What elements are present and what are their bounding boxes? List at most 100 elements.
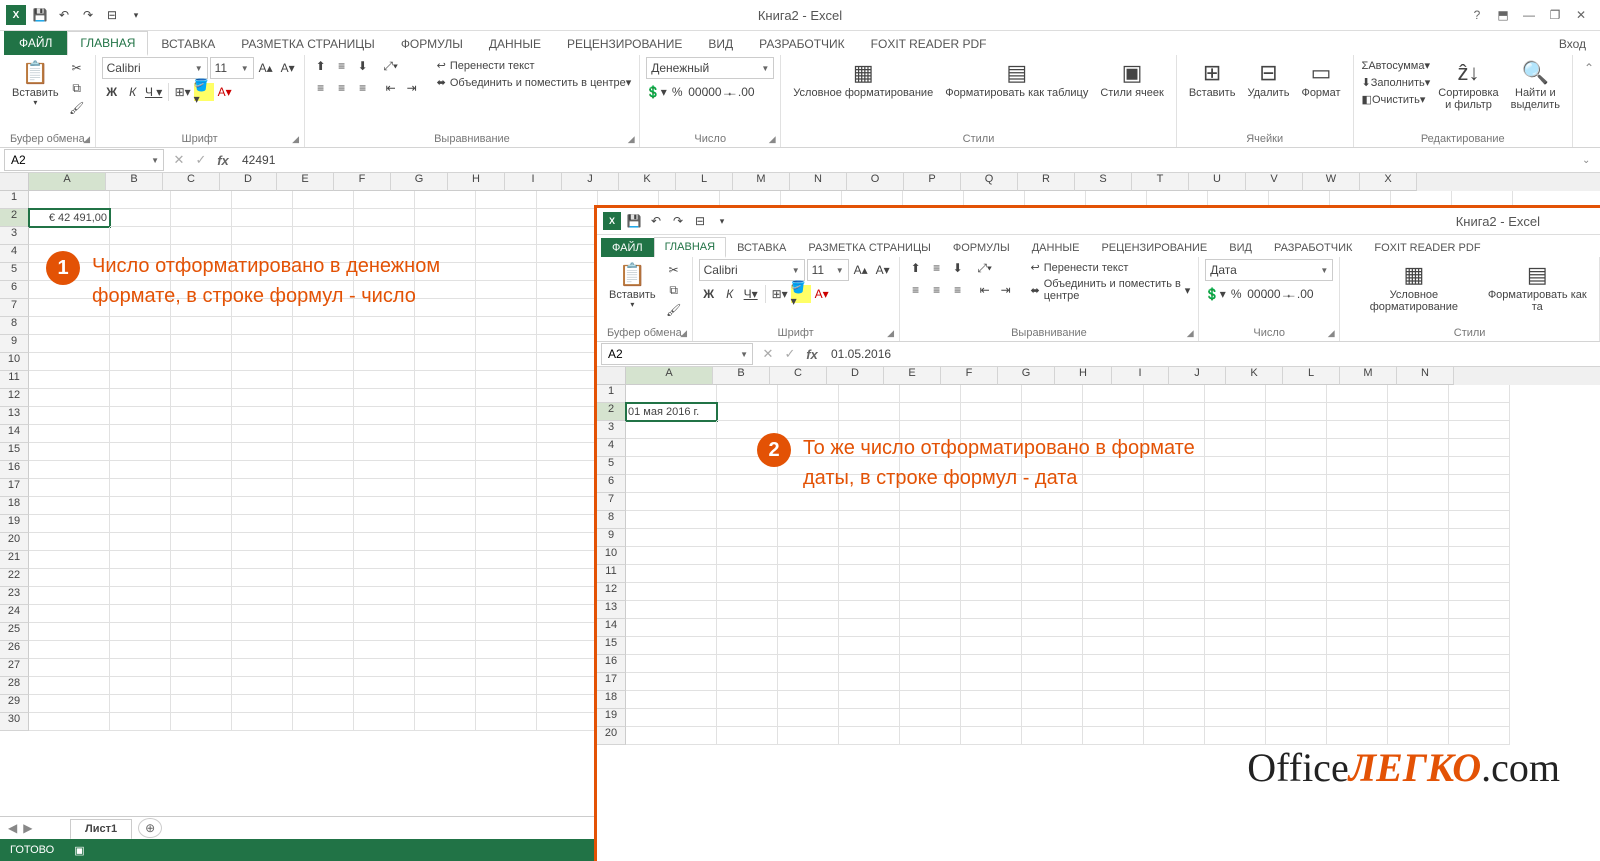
cell[interactable] — [29, 479, 110, 497]
cell[interactable] — [717, 547, 778, 565]
cell[interactable] — [537, 695, 598, 713]
cell[interactable] — [1266, 727, 1327, 745]
borders-icon[interactable]: ⊞▾ — [770, 285, 790, 303]
row-header[interactable]: 20 — [0, 533, 29, 551]
cell[interactable] — [778, 601, 839, 619]
select-all-corner[interactable] — [0, 173, 29, 191]
cell[interactable]: € 42 491,00 — [29, 209, 110, 227]
cell[interactable] — [171, 335, 232, 353]
cell[interactable] — [1327, 583, 1388, 601]
cell[interactable] — [293, 623, 354, 641]
column-header[interactable]: G — [998, 367, 1055, 385]
cell[interactable] — [29, 695, 110, 713]
cell[interactable] — [293, 425, 354, 443]
format-painter-icon[interactable]: 🖌 — [67, 99, 87, 117]
cell[interactable] — [537, 371, 598, 389]
row-header[interactable]: 7 — [0, 299, 29, 317]
cell[interactable] — [232, 677, 293, 695]
cell[interactable] — [1205, 727, 1266, 745]
cell[interactable] — [1022, 565, 1083, 583]
cell[interactable] — [293, 443, 354, 461]
cell[interactable] — [232, 623, 293, 641]
row-header[interactable]: 17 — [597, 673, 626, 691]
cell[interactable] — [1327, 475, 1388, 493]
cell[interactable] — [1144, 385, 1205, 403]
cell[interactable] — [476, 587, 537, 605]
cell[interactable] — [1205, 655, 1266, 673]
cell[interactable] — [232, 695, 293, 713]
cell[interactable] — [717, 673, 778, 691]
cell[interactable] — [626, 619, 717, 637]
name-box-input[interactable] — [5, 153, 147, 167]
column-header[interactable]: L — [676, 173, 733, 191]
cell[interactable] — [110, 227, 171, 245]
sheet-prev-icon[interactable]: ◀ — [8, 821, 17, 835]
cell[interactable] — [1388, 727, 1449, 745]
row-header[interactable]: 8 — [0, 317, 29, 335]
column-header[interactable]: C — [163, 173, 220, 191]
cell[interactable] — [1388, 637, 1449, 655]
row-header[interactable]: 11 — [0, 371, 29, 389]
cell[interactable] — [1022, 385, 1083, 403]
cell[interactable] — [1266, 655, 1327, 673]
row-header[interactable]: 14 — [0, 425, 29, 443]
cell[interactable] — [1083, 637, 1144, 655]
cell[interactable] — [961, 529, 1022, 547]
cell[interactable] — [839, 601, 900, 619]
cell[interactable] — [1266, 421, 1327, 439]
row-header[interactable]: 30 — [0, 713, 29, 731]
cell[interactable] — [537, 497, 598, 515]
borders-icon[interactable]: ⊞▾ — [173, 83, 193, 101]
cell[interactable] — [626, 457, 717, 475]
cell[interactable] — [354, 659, 415, 677]
cell[interactable] — [1083, 529, 1144, 547]
cell[interactable] — [110, 479, 171, 497]
delete-cells-button[interactable]: ⊟Удалить — [1241, 57, 1295, 103]
row-header[interactable]: 5 — [597, 457, 626, 475]
cell[interactable] — [537, 209, 598, 227]
format-cells-button[interactable]: ▭Формат — [1295, 57, 1346, 103]
tab-insert[interactable]: ВСТАВКА — [726, 238, 797, 257]
cell[interactable] — [1083, 727, 1144, 745]
cell[interactable] — [1022, 547, 1083, 565]
row-header[interactable]: 21 — [0, 551, 29, 569]
cell[interactable] — [1388, 457, 1449, 475]
macro-record-icon[interactable]: ▣ — [74, 844, 84, 857]
tab-home[interactable]: ГЛАВНАЯ — [654, 237, 726, 258]
align-top-icon[interactable]: ⬆ — [906, 259, 926, 277]
cell[interactable] — [900, 403, 961, 421]
orientation-icon[interactable]: ⤢▾ — [381, 57, 401, 75]
cell[interactable] — [1266, 511, 1327, 529]
cell[interactable] — [415, 353, 476, 371]
cell[interactable] — [1205, 547, 1266, 565]
cell[interactable] — [961, 619, 1022, 637]
underline-button[interactable]: Ч ▾ — [144, 83, 164, 101]
tab-developer[interactable]: РАЗРАБОТЧИК — [1263, 238, 1363, 257]
cell[interactable] — [1327, 403, 1388, 421]
cell[interactable] — [1083, 403, 1144, 421]
copy-icon[interactable]: ⧉ — [664, 281, 684, 299]
name-box-input[interactable] — [602, 347, 736, 361]
cell[interactable] — [354, 461, 415, 479]
tab-view[interactable]: ВИД — [1218, 238, 1263, 257]
cell[interactable] — [1327, 547, 1388, 565]
cell[interactable] — [476, 569, 537, 587]
cell[interactable] — [1266, 475, 1327, 493]
redo-icon[interactable]: ↷ — [78, 5, 98, 25]
cell[interactable] — [232, 659, 293, 677]
align-center-icon[interactable]: ≡ — [332, 79, 352, 97]
accounting-format-icon[interactable]: 💲▾ — [1205, 285, 1225, 303]
cell[interactable] — [1388, 709, 1449, 727]
number-format-combo[interactable]: Денежный▼ — [646, 57, 774, 79]
cell[interactable] — [1205, 475, 1266, 493]
cell[interactable] — [537, 461, 598, 479]
cell[interactable] — [1083, 583, 1144, 601]
cell[interactable] — [1205, 511, 1266, 529]
cell[interactable] — [537, 281, 598, 299]
cell[interactable] — [839, 547, 900, 565]
cell[interactable] — [29, 317, 110, 335]
row-header[interactable]: 1 — [0, 191, 29, 209]
column-header[interactable]: F — [941, 367, 998, 385]
tab-file[interactable]: ФАЙЛ — [601, 238, 654, 257]
paste-button[interactable]: 📋Вставить▾ — [6, 57, 65, 112]
